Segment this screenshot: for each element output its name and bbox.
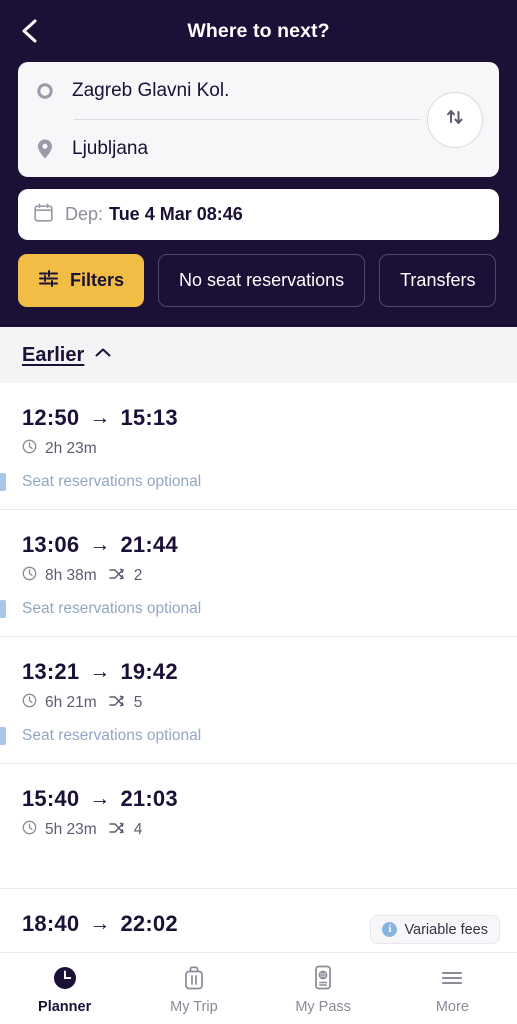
variable-fees-badge[interactable]: i Variable fees xyxy=(370,915,500,944)
page-title: Where to next? xyxy=(187,19,330,42)
clock-icon xyxy=(22,439,37,459)
arrow-icon: → xyxy=(89,660,111,683)
circle-marker-icon xyxy=(34,82,56,100)
results-list: Earlier 12:50 → 15:13 2h 23m Seat reserv… xyxy=(0,327,517,1024)
back-button[interactable] xyxy=(12,14,46,48)
journey-times: 15:40 → 21:03 xyxy=(22,786,495,812)
destination-value: Ljubljana xyxy=(72,137,149,159)
arrow-icon: → xyxy=(89,787,111,810)
bottom-navigation: Planner My Trip My Pass More xyxy=(0,952,517,1024)
duration-label: 6h 21m xyxy=(45,694,97,711)
arrive-time: 21:03 xyxy=(120,786,178,811)
nav-item-my-trip[interactable]: My Trip xyxy=(129,963,258,1015)
transfer-icon xyxy=(109,821,126,840)
clock-filled-icon xyxy=(51,963,79,993)
arrive-time: 22:02 xyxy=(120,911,178,936)
sliders-icon xyxy=(38,268,59,294)
transfer-count: 5 xyxy=(133,694,143,711)
transfer-count: 2 xyxy=(133,567,143,584)
arrive-time: 19:42 xyxy=(120,659,178,684)
swap-stations-button[interactable] xyxy=(427,91,483,148)
nav-label-my-pass: My Pass xyxy=(295,998,351,1015)
no-seat-reservations-chip[interactable]: No seat reservations xyxy=(158,254,366,307)
journey-row[interactable]: 15:40 → 21:03 5h 23m 4 xyxy=(0,764,517,889)
seat-reservation-tag: Seat reservations optional xyxy=(22,473,202,490)
nav-item-more[interactable]: More xyxy=(388,963,517,1015)
depart-time: 13:21 xyxy=(22,659,80,684)
depart-time: 15:40 xyxy=(22,786,80,811)
duration-label: 2h 23m xyxy=(45,440,97,457)
duration-label: 8h 38m xyxy=(45,567,97,584)
journey-tag-wrap: Seat reservations optional xyxy=(0,600,495,618)
filters-button[interactable]: Filters xyxy=(18,254,145,307)
arrow-icon: → xyxy=(89,533,111,556)
search-header: Where to next? Zagreb Glavni Kol. Ljublj… xyxy=(0,0,517,327)
accent-bar xyxy=(0,473,6,491)
accent-bar xyxy=(0,600,6,618)
journey-row[interactable]: 12:50 → 15:13 2h 23m Seat reservations o… xyxy=(0,383,517,510)
journey-row[interactable]: 13:06 → 21:44 8h 38m 2 Seat reservations… xyxy=(0,510,517,637)
earlier-label: Earlier xyxy=(22,343,85,366)
journey-times: 13:06 → 21:44 xyxy=(22,532,495,558)
earlier-band: Earlier xyxy=(0,327,517,383)
passport-icon xyxy=(310,963,336,993)
filter-chip-row: Filters No seat reservations Transfers xyxy=(18,254,499,307)
journey-meta: 6h 21m 5 xyxy=(22,693,495,713)
journey-meta: 2h 23m xyxy=(22,439,495,459)
origin-field[interactable]: Zagreb Glavni Kol. xyxy=(34,62,483,119)
accent-bar xyxy=(0,727,6,745)
app-screen: Where to next? Zagreb Glavni Kol. Ljublj… xyxy=(0,0,517,1024)
transfer-icon xyxy=(109,567,126,586)
arrive-time: 21:44 xyxy=(120,532,178,557)
calendar-icon xyxy=(34,202,53,227)
filters-label: Filters xyxy=(70,270,125,290)
title-bar: Where to next? xyxy=(18,0,499,62)
nav-label-my-trip: My Trip xyxy=(170,998,218,1015)
route-card: Zagreb Glavni Kol. Ljubljana xyxy=(18,62,499,177)
info-icon: i xyxy=(382,922,398,937)
journey-tag-wrap: Seat reservations optional xyxy=(0,727,495,745)
hamburger-icon xyxy=(438,963,466,993)
departure-date-field[interactable]: Dep: Tue 4 Mar 08:46 xyxy=(18,189,499,240)
map-pin-icon xyxy=(34,138,56,160)
clock-icon xyxy=(22,566,37,586)
nav-label-planner: Planner xyxy=(38,998,92,1015)
nav-item-my-pass[interactable]: My Pass xyxy=(259,963,388,1015)
chevron-up-icon xyxy=(94,346,112,364)
no-seat-reservations-label: No seat reservations xyxy=(179,270,345,290)
chevron-left-icon xyxy=(19,17,39,45)
journey-meta: 8h 38m 2 xyxy=(22,566,495,586)
journey-tag-wrap: Seat reservations optional xyxy=(0,473,495,491)
suitcase-icon xyxy=(180,963,208,993)
variable-fees-label: Variable fees xyxy=(404,921,488,938)
arrow-icon: → xyxy=(89,406,111,429)
duration-label: 5h 23m xyxy=(45,821,97,838)
depart-time: 13:06 xyxy=(22,532,80,557)
clock-icon xyxy=(22,820,37,840)
journey-meta: 5h 23m 4 xyxy=(22,820,495,840)
depart-time: 12:50 xyxy=(22,405,80,430)
transfers-chip-label: Transfers xyxy=(400,270,476,290)
journey-times: 13:21 → 19:42 xyxy=(22,659,495,685)
seat-reservation-tag: Seat reservations optional xyxy=(22,727,202,744)
date-prefix-label: Dep: xyxy=(65,204,104,224)
transfers-chip[interactable]: Transfers xyxy=(379,254,497,307)
clock-icon xyxy=(22,693,37,713)
arrow-icon: → xyxy=(89,912,111,935)
nav-item-planner[interactable]: Planner xyxy=(0,963,129,1015)
swap-vertical-icon xyxy=(442,104,468,135)
seat-reservation-tag: Seat reservations optional xyxy=(22,600,202,617)
arrive-time: 15:13 xyxy=(120,405,178,430)
transfer-count: 4 xyxy=(133,821,143,838)
date-value: Tue 4 Mar 08:46 xyxy=(109,204,243,224)
journey-row[interactable]: 13:21 → 19:42 6h 21m 5 Seat reservations… xyxy=(0,637,517,764)
journey-times: 12:50 → 15:13 xyxy=(22,405,495,431)
origin-value: Zagreb Glavni Kol. xyxy=(72,79,230,101)
nav-label-more: More xyxy=(435,998,469,1015)
depart-time: 18:40 xyxy=(22,911,80,936)
earlier-toggle[interactable]: Earlier xyxy=(22,344,112,367)
destination-field[interactable]: Ljubljana xyxy=(34,120,483,177)
transfer-icon xyxy=(109,694,126,713)
